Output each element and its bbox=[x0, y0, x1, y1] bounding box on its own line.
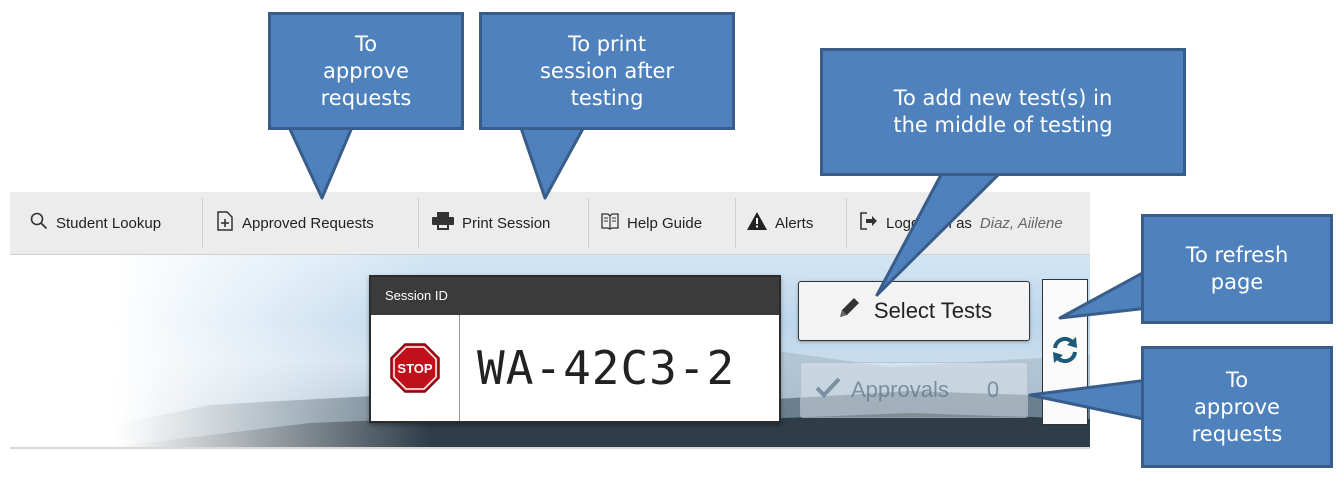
callout-approve-requests-top: To approve requests bbox=[268, 12, 464, 130]
callout-select-tests: To add new test(s) in the middle of test… bbox=[820, 48, 1186, 176]
callout-refresh-text: To refresh page bbox=[1185, 243, 1289, 294]
callout-approve-requests-right: To approve requests bbox=[1141, 346, 1333, 468]
callout-refresh: To refresh page bbox=[1141, 214, 1333, 324]
callout-approve-requests-right-text: To approve requests bbox=[1191, 367, 1283, 446]
callout-approve-requests-top-text: To approve requests bbox=[320, 31, 412, 110]
callout-print-session: To print session after testing bbox=[479, 12, 735, 130]
callout-print-session-text: To print session after testing bbox=[539, 31, 675, 110]
callout-select-tests-text: To add new test(s) in the middle of test… bbox=[893, 86, 1113, 137]
